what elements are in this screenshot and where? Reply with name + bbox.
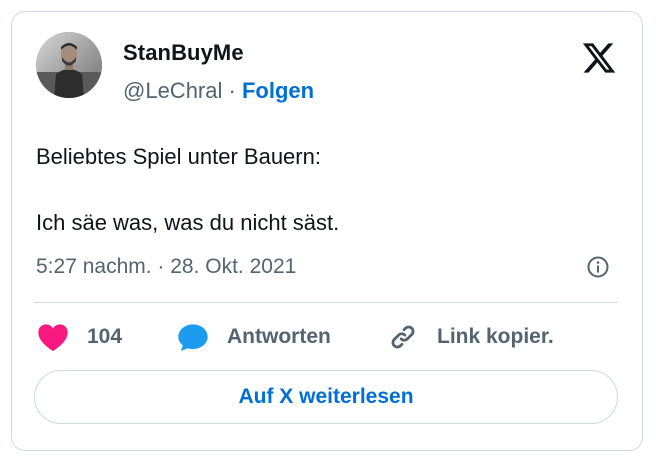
tweet-text-spacer <box>36 172 339 208</box>
reply-button[interactable]: Antworten <box>176 320 331 354</box>
author-name[interactable]: StanBuyMe <box>123 40 244 66</box>
reply-label: Antworten <box>227 325 331 348</box>
link-icon <box>386 320 420 354</box>
info-icon[interactable] <box>586 255 610 279</box>
divider <box>34 302 618 303</box>
like-button[interactable]: 104 <box>36 320 122 354</box>
x-logo-icon[interactable] <box>580 40 618 76</box>
tweet-embed-card: StanBuyMe @LeChral · Folgen Beliebtes Sp… <box>11 11 643 451</box>
avatar-photo <box>36 32 102 98</box>
copy-link-label: Link kopier. <box>437 325 554 348</box>
speech-bubble-icon <box>176 320 210 354</box>
author-handle-row: @LeChral · Folgen <box>123 78 314 104</box>
handle-separator: · <box>222 78 242 103</box>
tweet-timestamp[interactable]: 5:27 nachm. · 28. Okt. 2021 <box>36 255 296 279</box>
copy-link-button[interactable]: Link kopier. <box>386 320 554 354</box>
like-count: 104 <box>87 325 123 348</box>
tweet-text: Beliebtes Spiel unter Bauern: Ich säe wa… <box>36 142 339 238</box>
tweet-text-line-2: Ich säe was, was du nicht säst. <box>36 210 340 235</box>
tweet-text-line-1: Beliebtes Spiel unter Bauern: <box>36 144 321 169</box>
author-avatar[interactable] <box>36 32 102 98</box>
author-handle[interactable]: @LeChral <box>123 78 222 103</box>
read-more-button[interactable]: Auf X weiterlesen <box>34 370 618 424</box>
follow-button[interactable]: Folgen <box>242 78 314 103</box>
heart-icon <box>36 320 70 354</box>
